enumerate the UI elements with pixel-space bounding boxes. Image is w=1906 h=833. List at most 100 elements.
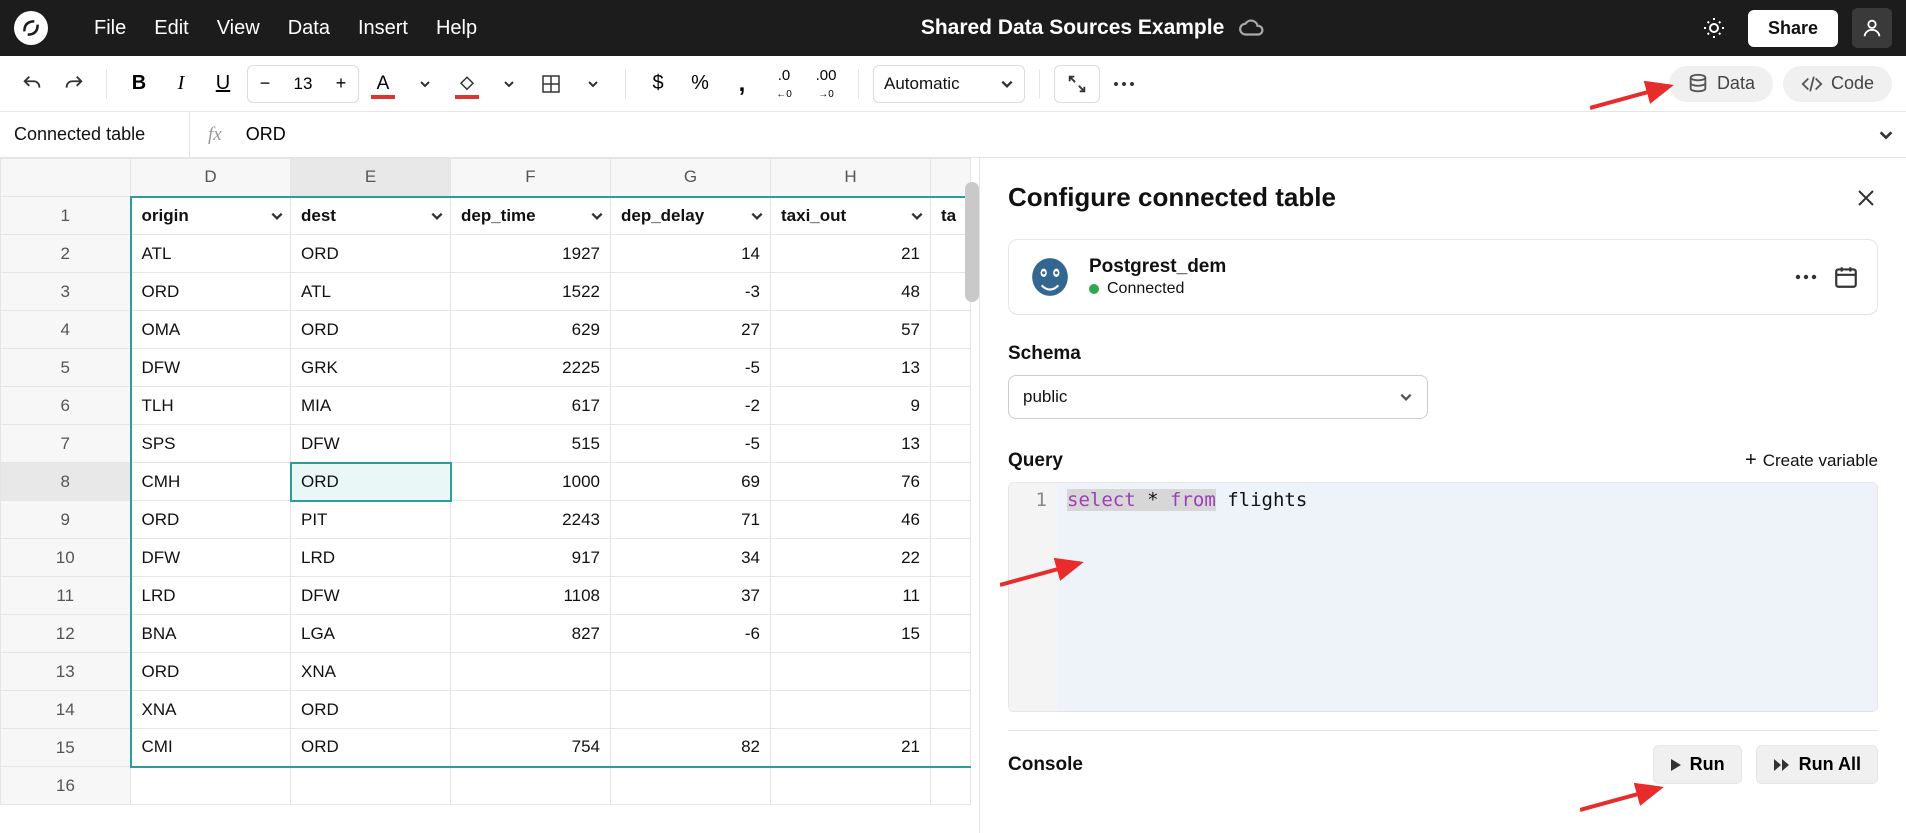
bold-button[interactable]: B xyxy=(121,65,157,103)
fill-color-button[interactable] xyxy=(449,65,485,103)
query-editor[interactable]: 1 select * from flights xyxy=(1008,482,1878,712)
row-header-12[interactable]: 12 xyxy=(1,615,131,653)
row-header-2[interactable]: 2 xyxy=(1,235,131,273)
cell[interactable]: ORD xyxy=(131,501,291,539)
cell[interactable]: PIT xyxy=(291,501,451,539)
menu-edit[interactable]: Edit xyxy=(140,11,202,46)
cell[interactable]: 46 xyxy=(771,501,931,539)
table-row[interactable]: 15CMIORD7548221 xyxy=(1,729,971,767)
menu-help[interactable]: Help xyxy=(422,11,491,46)
currency-format-button[interactable]: $ xyxy=(640,65,676,103)
document-title[interactable]: Shared Data Sources Example xyxy=(921,16,1224,40)
column-header-E[interactable]: E xyxy=(291,159,451,197)
cell[interactable] xyxy=(291,767,451,805)
cell[interactable]: CMI xyxy=(131,729,291,767)
font-size-decrease[interactable]: − xyxy=(248,65,282,103)
cell[interactable]: 2225 xyxy=(451,349,611,387)
table-column-dep_time[interactable]: dep_time xyxy=(451,197,611,235)
cell[interactable] xyxy=(931,463,971,501)
row-header-16[interactable]: 16 xyxy=(1,767,131,805)
cell[interactable]: 69 xyxy=(611,463,771,501)
cell[interactable]: 82 xyxy=(611,729,771,767)
cell[interactable]: 9 xyxy=(771,387,931,425)
schema-select[interactable]: public xyxy=(1008,375,1428,419)
cell[interactable] xyxy=(931,577,971,615)
cell[interactable] xyxy=(931,501,971,539)
spreadsheet-grid[interactable]: DEFGH 1origindestdep_timedep_delaytaxi_o… xyxy=(0,158,971,805)
menu-insert[interactable]: Insert xyxy=(344,11,422,46)
table-column-origin[interactable]: origin xyxy=(131,197,291,235)
cell[interactable]: 15 xyxy=(771,615,931,653)
menu-file[interactable]: File xyxy=(80,11,140,46)
cell[interactable] xyxy=(931,767,971,805)
cell[interactable]: 37 xyxy=(611,577,771,615)
table-row[interactable]: 6TLHMIA617-29 xyxy=(1,387,971,425)
cell[interactable]: 11 xyxy=(771,577,931,615)
cell[interactable]: 1927 xyxy=(451,235,611,273)
cell[interactable]: 13 xyxy=(771,425,931,463)
table-row[interactable]: 11LRDDFW11083711 xyxy=(1,577,971,615)
table-row[interactable]: 14XNAORD xyxy=(1,691,971,729)
run-button[interactable]: Run xyxy=(1653,745,1742,784)
borders-button[interactable] xyxy=(533,65,569,103)
number-format-select[interactable]: Automatic xyxy=(873,65,1025,103)
decrease-decimal-button[interactable]: .0←0 xyxy=(766,65,802,103)
cell[interactable] xyxy=(611,767,771,805)
column-header-G[interactable]: G xyxy=(611,159,771,197)
menu-view[interactable]: View xyxy=(203,11,274,46)
cell[interactable]: MIA xyxy=(291,387,451,425)
font-size-input[interactable] xyxy=(282,74,324,94)
underline-button[interactable]: U xyxy=(205,65,241,103)
table-row[interactable]: 13ORDXNA xyxy=(1,653,971,691)
cell[interactable]: 1000 xyxy=(451,463,611,501)
cell[interactable]: -5 xyxy=(611,425,771,463)
filter-chevron-icon[interactable] xyxy=(270,209,284,223)
cell[interactable]: ORD xyxy=(291,311,451,349)
cell[interactable]: 27 xyxy=(611,311,771,349)
cell[interactable] xyxy=(931,539,971,577)
cell[interactable]: ORD xyxy=(291,235,451,273)
cell[interactable]: 515 xyxy=(451,425,611,463)
cell[interactable]: -3 xyxy=(611,273,771,311)
text-color-button[interactable]: A xyxy=(365,65,401,103)
cell[interactable]: DFW xyxy=(131,539,291,577)
cell[interactable]: 76 xyxy=(771,463,931,501)
row-header-1[interactable]: 1 xyxy=(1,197,131,235)
cell[interactable]: -6 xyxy=(611,615,771,653)
row-header-14[interactable]: 14 xyxy=(1,691,131,729)
undo-button[interactable] xyxy=(14,65,50,103)
row-header-7[interactable]: 7 xyxy=(1,425,131,463)
table-row[interactable]: 4OMAORD6292757 xyxy=(1,311,971,349)
cell[interactable]: -5 xyxy=(611,349,771,387)
theme-toggle-icon[interactable] xyxy=(1694,8,1734,48)
cell[interactable] xyxy=(931,691,971,729)
table-row[interactable]: 16 xyxy=(1,767,971,805)
cell[interactable]: XNA xyxy=(291,653,451,691)
cell[interactable]: 629 xyxy=(451,311,611,349)
row-header-15[interactable]: 15 xyxy=(1,729,131,767)
filter-chevron-icon[interactable] xyxy=(430,209,444,223)
cell[interactable]: OMA xyxy=(131,311,291,349)
cell[interactable]: 34 xyxy=(611,539,771,577)
cell[interactable]: DFW xyxy=(291,577,451,615)
redo-button[interactable] xyxy=(56,65,92,103)
cell[interactable] xyxy=(931,729,971,767)
cell[interactable] xyxy=(131,767,291,805)
percent-format-button[interactable]: % xyxy=(682,65,718,103)
cell[interactable] xyxy=(451,691,611,729)
text-color-dropdown[interactable] xyxy=(407,65,443,103)
comma-format-button[interactable]: , xyxy=(724,65,760,103)
table-row[interactable]: 12BNALGA827-615 xyxy=(1,615,971,653)
cell[interactable]: LRD xyxy=(131,577,291,615)
cell[interactable]: 48 xyxy=(771,273,931,311)
cell[interactable]: 827 xyxy=(451,615,611,653)
cell[interactable] xyxy=(451,653,611,691)
share-button[interactable]: Share xyxy=(1748,10,1838,47)
more-options-button[interactable] xyxy=(1106,65,1142,103)
cell[interactable]: 21 xyxy=(771,729,931,767)
code-panel-button[interactable]: Code xyxy=(1783,66,1892,102)
cell[interactable] xyxy=(771,691,931,729)
table-row[interactable]: 7SPSDFW515-513 xyxy=(1,425,971,463)
row-header-8[interactable]: 8 xyxy=(1,463,131,501)
row-header-11[interactable]: 11 xyxy=(1,577,131,615)
